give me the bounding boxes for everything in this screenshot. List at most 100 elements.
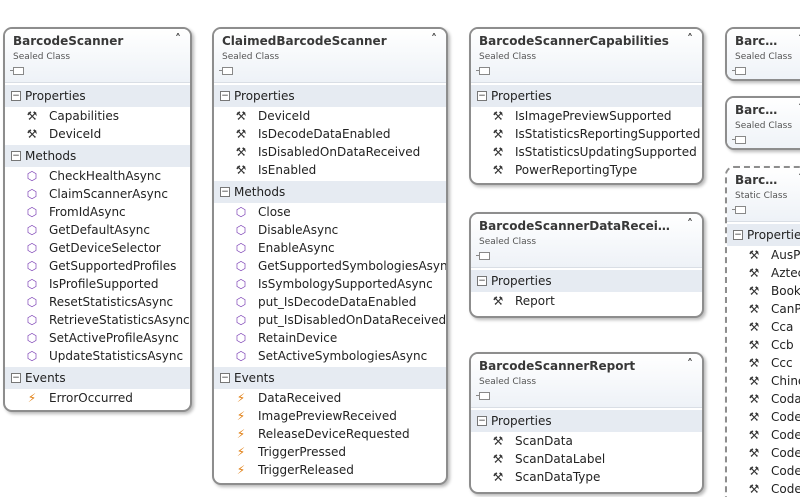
member-method[interactable]: ⬡ GetDefaultAsync bbox=[5, 221, 190, 239]
section-collapse-icon[interactable]: − bbox=[11, 91, 21, 101]
member-property[interactable]: ⚒ DeviceId bbox=[5, 125, 190, 143]
section-header-properties[interactable]: −Properties bbox=[471, 85, 702, 107]
member-method[interactable]: ⬡ GetSupportedProfiles bbox=[5, 257, 190, 275]
details-toggle-icon[interactable] bbox=[476, 67, 490, 75]
member-event[interactable]: ⚡ DataReceived bbox=[214, 389, 446, 407]
member-property[interactable]: ⚒ Aztec bbox=[727, 264, 800, 282]
section-collapse-icon[interactable]: − bbox=[477, 276, 487, 286]
section-collapse-icon[interactable]: − bbox=[220, 187, 230, 197]
member-property[interactable]: ⚒ IsStatisticsReportingSupported bbox=[471, 125, 702, 143]
member-method[interactable]: ⬡ IsProfileSupported bbox=[5, 275, 190, 293]
section-header-events[interactable]: − Events bbox=[214, 367, 446, 389]
class-box-claimedbarcodescanner[interactable]: ClaimedBarcodeScanner Sealed Class ˄ − Prope… bbox=[212, 27, 448, 485]
member-property[interactable]: ⚒ ScanDataType bbox=[471, 468, 702, 486]
member-property[interactable]: ⚒ ScanData bbox=[471, 432, 702, 450]
member-method[interactable]: ⬡ IsSymbologySupportedAsync bbox=[214, 275, 446, 293]
member-property[interactable]: ⚒ CanPo bbox=[727, 300, 800, 318]
member-method[interactable]: ⬡ GetSupportedSymbologiesAsync bbox=[214, 257, 446, 275]
section-collapse-icon[interactable]: − bbox=[733, 230, 743, 240]
class-box-barcodescannerdatareceivedeventargs[interactable]: BarcodeScannerDataReceivedEv... Sealed Cl… bbox=[469, 212, 704, 318]
details-toggle-icon[interactable] bbox=[732, 136, 746, 144]
member-event[interactable]: ⚡ TriggerPressed bbox=[214, 443, 446, 461]
member-property[interactable]: ⚒ DeviceId bbox=[214, 107, 446, 125]
member-property[interactable]: ⚒ Report bbox=[471, 292, 702, 310]
section-header-methods[interactable]: − Methods bbox=[214, 181, 446, 203]
member-name: AusPo bbox=[771, 248, 800, 262]
section-collapse-icon[interactable]: − bbox=[11, 373, 21, 383]
member-property[interactable]: ⚒ Code bbox=[727, 480, 800, 497]
class-box-barcodesymbologies[interactable]: BarcodeSymStatic Class˄−Properties⚒AusPo… bbox=[725, 166, 800, 497]
class-box-barcodescannerpartial2[interactable]: BarcodeScaSealed Class˄ bbox=[725, 96, 800, 150]
section-header-properties[interactable]: −Properties bbox=[471, 410, 702, 432]
member-event[interactable]: ⚡ TriggerReleased bbox=[214, 461, 446, 479]
details-toggle-icon[interactable] bbox=[10, 67, 24, 75]
section-collapse-icon[interactable]: − bbox=[220, 373, 230, 383]
section-collapse-icon[interactable]: − bbox=[477, 416, 487, 426]
member-method[interactable]: ⬡ DisableAsync bbox=[214, 221, 446, 239]
collapse-chevron-icon[interactable]: ˄ bbox=[687, 357, 693, 371]
member-method[interactable]: ⬡ ResetStatisticsAsync bbox=[5, 293, 190, 311]
member-method[interactable]: ⬡ RetainDevice bbox=[214, 329, 446, 347]
wrench-icon: ⚒ bbox=[748, 266, 760, 280]
details-toggle-icon[interactable] bbox=[732, 67, 746, 75]
member-method[interactable]: ⬡ SetActiveSymbologiesAsync bbox=[214, 347, 446, 365]
member-method[interactable]: ⬡ GetDeviceSelector bbox=[5, 239, 190, 257]
section-header-properties[interactable]: −Properties bbox=[727, 224, 800, 246]
member-property[interactable]: ⚒ Ccb bbox=[727, 336, 800, 354]
details-toggle-icon[interactable] bbox=[476, 392, 490, 400]
member-method[interactable]: ⬡ ClaimScannerAsync bbox=[5, 185, 190, 203]
details-toggle-icon[interactable] bbox=[732, 206, 746, 214]
member-property[interactable]: ⚒ Cca bbox=[727, 318, 800, 336]
section-collapse-icon[interactable]: − bbox=[477, 91, 487, 101]
class-box-barcodescannerpartial1[interactable]: BarcodeScaSealed Class˄ bbox=[725, 27, 800, 81]
member-property[interactable]: ⚒ Chine bbox=[727, 372, 800, 390]
member-event[interactable]: ⚡ ErrorOccurred bbox=[5, 389, 190, 407]
section-header-properties[interactable]: −Properties bbox=[214, 85, 446, 107]
member-property[interactable]: ⚒ IsStatisticsUpdatingSupported bbox=[471, 143, 702, 161]
member-method[interactable]: ⬡ put_IsDecodeDataEnabled bbox=[214, 293, 446, 311]
collapse-chevron-icon[interactable]: ˄ bbox=[687, 32, 693, 46]
member-property[interactable]: ⚒ Code bbox=[727, 426, 800, 444]
member-property[interactable]: ⚒ Ccc bbox=[727, 354, 800, 372]
details-toggle-icon[interactable] bbox=[219, 67, 233, 75]
member-method[interactable]: ⬡ Close bbox=[214, 203, 446, 221]
member-property[interactable]: ⚒ Capabilities bbox=[5, 107, 190, 125]
section-header-properties[interactable]: −Properties bbox=[5, 85, 190, 107]
collapse-chevron-icon[interactable]: ˄ bbox=[687, 217, 693, 231]
section-header-methods[interactable]: − Methods bbox=[5, 145, 190, 167]
section-collapse-icon[interactable]: − bbox=[220, 91, 230, 101]
method-cube-icon: ⬡ bbox=[26, 295, 38, 309]
collapse-chevron-icon[interactable]: ˄ bbox=[431, 32, 437, 46]
member-method[interactable]: ⬡ SetActiveProfileAsync bbox=[5, 329, 190, 347]
member-property[interactable]: ⚒ Codal bbox=[727, 390, 800, 408]
member-property[interactable]: ⚒ ScanDataLabel bbox=[471, 450, 702, 468]
class-box-barcodescannercapabilities[interactable]: BarcodeScannerCapabilities Sealed Class ˄ −… bbox=[469, 27, 704, 185]
section-collapse-icon[interactable]: − bbox=[11, 151, 21, 161]
member-method[interactable]: ⬡ FromIdAsync bbox=[5, 203, 190, 221]
member-method[interactable]: ⬡ RetrieveStatisticsAsync bbox=[5, 311, 190, 329]
member-property[interactable]: ⚒ IsDisabledOnDataReceived bbox=[214, 143, 446, 161]
member-property[interactable]: ⚒ Code bbox=[727, 408, 800, 426]
member-method[interactable]: ⬡ EnableAsync bbox=[214, 239, 446, 257]
member-property[interactable]: ⚒ PowerReportingType bbox=[471, 161, 702, 179]
member-method[interactable]: ⬡ CheckHealthAsync bbox=[5, 167, 190, 185]
member-property[interactable]: ⚒ Bookl bbox=[727, 282, 800, 300]
member-event[interactable]: ⚡ ReleaseDeviceRequested bbox=[214, 425, 446, 443]
member-method[interactable]: ⬡ UpdateStatisticsAsync bbox=[5, 347, 190, 365]
collapse-chevron-icon[interactable]: ˄ bbox=[175, 32, 181, 46]
member-name: Capabilities bbox=[49, 109, 119, 123]
class-box-barcodescanner[interactable]: BarcodeScanner Sealed Class ˄ − Properties ⚒ C… bbox=[3, 27, 192, 412]
member-property[interactable]: ⚒ IsEnabled bbox=[214, 161, 446, 179]
details-toggle-icon[interactable] bbox=[476, 252, 490, 260]
class-box-barcodescannerreport[interactable]: BarcodeScannerReport Sealed Class ˄ − Proper… bbox=[469, 352, 704, 494]
member-method[interactable]: ⬡ put_IsDisabledOnDataReceived bbox=[214, 311, 446, 329]
member-property[interactable]: ⚒ Code bbox=[727, 462, 800, 480]
member-event[interactable]: ⚡ ImagePreviewReceived bbox=[214, 407, 446, 425]
member-property[interactable]: ⚒ IsDecodeDataEnabled bbox=[214, 125, 446, 143]
section-header-properties[interactable]: −Properties bbox=[471, 270, 702, 292]
member-property[interactable]: ⚒ AusPo bbox=[727, 246, 800, 264]
member-property[interactable]: ⚒ Code bbox=[727, 444, 800, 462]
member-property[interactable]: ⚒ IsImagePreviewSupported bbox=[471, 107, 702, 125]
section-header-events[interactable]: − Events bbox=[5, 367, 190, 389]
wrench-icon: ⚒ bbox=[748, 482, 760, 496]
